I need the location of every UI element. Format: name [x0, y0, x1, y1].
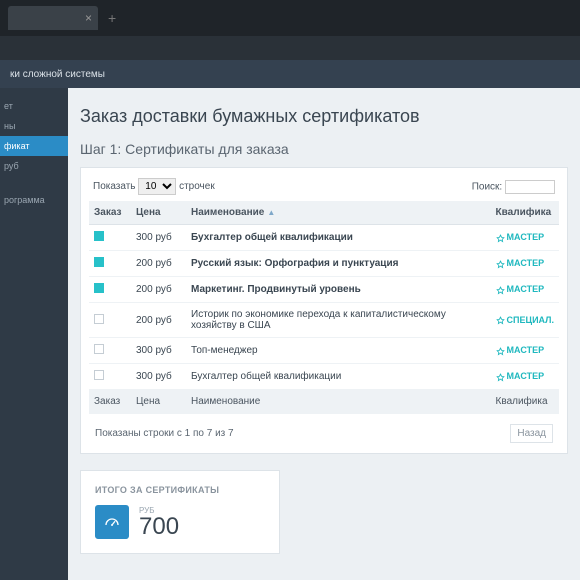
table-row: 200 рубРусский язык: Орфография и пункту… — [89, 251, 559, 277]
cell-badge: МАСТЕР — [491, 225, 559, 251]
page-title: Заказ доставки бумажных сертификатов — [80, 106, 568, 127]
table-info: Показаны строки с 1 по 7 из 7 — [95, 428, 234, 439]
table-row: 300 рубТоп-менеджерМАСТЕР — [89, 338, 559, 364]
cell-badge: МАСТЕР — [491, 251, 559, 277]
certificates-panel: Показать 10 строчек Поиск: Заказ Цена На… — [80, 167, 568, 454]
col-price[interactable]: Цена — [131, 201, 186, 225]
sort-icon: ▲ — [267, 208, 275, 217]
browser-tabs: × + — [0, 0, 580, 36]
table-row: 200 рубИсторик по экономике перехода к к… — [89, 303, 559, 338]
new-tab-button[interactable]: + — [108, 10, 116, 26]
total-title: ИТОГО ЗА СЕРТИФИКАТЫ — [95, 485, 265, 495]
sidebar-item[interactable]: ны — [0, 116, 68, 136]
back-button[interactable]: Назад — [510, 424, 553, 443]
cell-badge: СПЕЦИАЛ. — [491, 303, 559, 338]
cell-price: 200 руб — [131, 277, 186, 303]
cell-name: Историк по экономике перехода к капитали… — [186, 303, 491, 338]
url-bar[interactable] — [0, 36, 580, 60]
sidebar-item-cert[interactable]: фикат — [0, 136, 68, 156]
total-card: ИТОГО ЗА СЕРТИФИКАТЫ РУБ 700 — [80, 470, 280, 554]
search-input[interactable] — [505, 180, 555, 194]
col-qual[interactable]: Квалифика — [491, 201, 559, 225]
table-row: 200 рубМаркетинг. Продвинутый уровеньМАС… — [89, 277, 559, 303]
cell-badge: МАСТЕР — [491, 277, 559, 303]
step-title: Шаг 1: Сертификаты для заказа — [80, 141, 568, 157]
close-icon[interactable]: × — [85, 11, 92, 25]
cell-name: Топ-менеджер — [186, 338, 491, 364]
page-size-control: Показать 10 строчек — [93, 178, 215, 195]
browser-tab[interactable]: × — [8, 6, 98, 30]
cell-price: 200 руб — [131, 251, 186, 277]
sidebar: ет ны фикат руб рограмма — [0, 88, 68, 580]
col-name[interactable]: Наименование▲ — [186, 201, 491, 225]
certificates-table: Заказ Цена Наименование▲ Квалифика 300 р… — [89, 201, 559, 414]
cell-badge: МАСТЕР — [491, 338, 559, 364]
sidebar-item[interactable]: рограмма — [0, 190, 68, 210]
cell-price: 300 руб — [131, 364, 186, 390]
row-checkbox[interactable] — [94, 283, 104, 293]
app-title: ки сложной системы — [10, 69, 105, 80]
row-checkbox[interactable] — [94, 344, 104, 354]
cell-badge: МАСТЕР — [491, 364, 559, 390]
cell-price: 300 руб — [131, 338, 186, 364]
gauge-icon — [95, 505, 129, 539]
table-row: 300 рубБухгалтер общей квалификацииМАСТЕ… — [89, 225, 559, 251]
cell-price: 200 руб — [131, 303, 186, 338]
sidebar-item[interactable]: ет — [0, 96, 68, 116]
cell-name: Бухгалтер общей квалификации — [186, 225, 491, 251]
total-sum: 700 — [139, 515, 179, 539]
cell-price: 300 руб — [131, 225, 186, 251]
row-checkbox[interactable] — [94, 231, 104, 241]
row-checkbox[interactable] — [94, 370, 104, 380]
page-size-select[interactable]: 10 — [138, 178, 176, 195]
cell-name: Бухгалтер общей квалификации — [186, 364, 491, 390]
row-checkbox[interactable] — [94, 257, 104, 267]
search-control: Поиск: — [472, 180, 555, 194]
table-row: 300 рубБухгалтер общей квалификацииМАСТЕ… — [89, 364, 559, 390]
cell-name: Маркетинг. Продвинутый уровень — [186, 277, 491, 303]
col-order[interactable]: Заказ — [89, 201, 131, 225]
row-checkbox[interactable] — [94, 314, 104, 324]
app-header: ки сложной системы — [0, 60, 580, 88]
main-content: Заказ доставки бумажных сертификатов Шаг… — [68, 88, 580, 580]
sidebar-item[interactable]: руб — [0, 156, 68, 176]
cell-name: Русский язык: Орфография и пунктуация — [186, 251, 491, 277]
